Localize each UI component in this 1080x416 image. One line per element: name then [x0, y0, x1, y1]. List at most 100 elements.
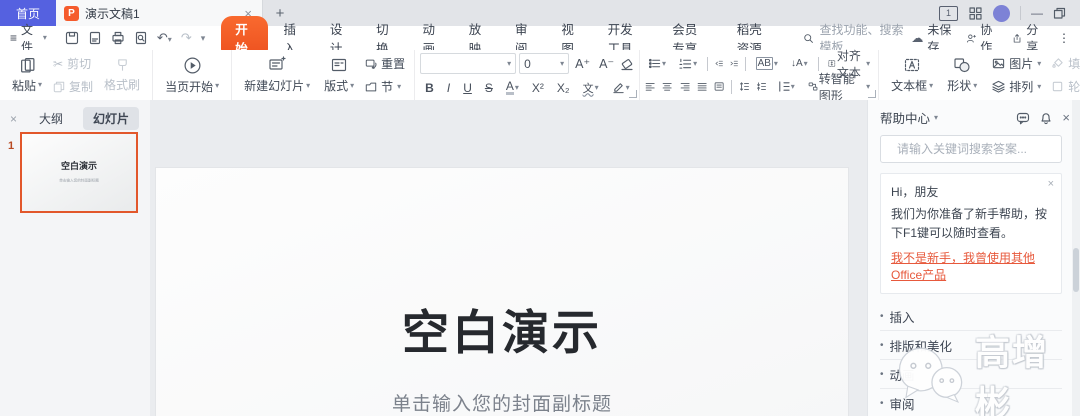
tab-slides[interactable]: 幻灯片 — [83, 107, 140, 130]
print-preview-icon[interactable] — [134, 31, 148, 45]
slides-sidebar: × 大纲 幻灯片 1 空白演示 单击输入您的封面副标题 — [0, 100, 151, 416]
font-color-button[interactable]: A ▾ — [503, 78, 522, 97]
more-menu-icon[interactable]: ⋮ — [1058, 31, 1070, 45]
paragraph-group: ▾ ▾ AB ▾ ↓A ▾ 对齐文本 ▾ ▾ 转智能图形 ▾ — [640, 49, 880, 103]
line-spacing-increase-icon[interactable] — [739, 80, 750, 93]
outline-button[interactable]: 轮廓▾ — [1047, 77, 1080, 96]
copy-button[interactable]: 复制 — [49, 77, 97, 96]
customize-quickbar-icon[interactable]: ▾ — [201, 33, 206, 43]
insert-objects-group: 文本框▾ 形状▾ 图片▾ 排列▾ 填充▾ 轮廓▾ — [879, 50, 1080, 100]
help-search-input[interactable] — [895, 141, 1054, 157]
help-topic-animation[interactable]: • 动画 — [880, 360, 1062, 390]
not-newbie-link[interactable]: 我不是新手，我曾使用其他Office产品 — [891, 249, 1051, 283]
bullets-button[interactable]: ▾ — [645, 54, 669, 73]
clipboard-icon — [20, 57, 35, 72]
help-header: 帮助中心 ▾ × — [868, 100, 1080, 133]
document-title: 演示文稿1 — [85, 6, 140, 21]
font-size-combo[interactable]: 0 ▾ — [519, 53, 570, 74]
close-help-icon[interactable]: × — [1062, 110, 1070, 125]
italic-button[interactable]: I — [444, 78, 453, 97]
slide-editor[interactable]: 空白演示 单击输入您的封面副标题 — [156, 168, 848, 416]
strikethrough-button[interactable]: S — [482, 78, 496, 97]
user-avatar[interactable] — [993, 4, 1010, 22]
font-size-value: 0 — [524, 56, 531, 71]
align-text-icon — [828, 60, 836, 67]
align-center-icon[interactable] — [662, 80, 672, 93]
notification-bell-icon[interactable] — [1039, 111, 1053, 125]
font-name-combo[interactable]: ▾ — [420, 53, 517, 74]
paragraph-spacing-icon[interactable] — [756, 80, 767, 93]
layout-button[interactable]: 版式 ▾ — [317, 56, 361, 94]
section-icon — [365, 82, 377, 91]
text-direction-button[interactable]: AB ▾ — [753, 54, 781, 73]
minimize-button[interactable]: — — [1031, 6, 1043, 20]
slide-canvas[interactable]: 空白演示 单击输入您的封面副标题 — [150, 100, 868, 416]
paste-button[interactable]: 粘贴 ▾ — [5, 57, 49, 94]
slide-title[interactable]: 空白演示 — [156, 294, 848, 363]
paragraph-dialog-launcher[interactable] — [868, 90, 877, 98]
card-greeting: Hi，朋友 — [891, 185, 939, 199]
new-slide-icon — [269, 56, 286, 70]
align-right-icon[interactable] — [680, 80, 690, 93]
help-search-box[interactable] — [880, 135, 1062, 163]
quick-access-toolbar: ↶▾ ↷ ▾ — [55, 30, 215, 46]
shapes-button[interactable]: 形状 ▾ — [940, 56, 984, 94]
help-scrollbar-thumb[interactable] — [1073, 248, 1079, 292]
section-button[interactable]: 节 ▾ — [361, 77, 409, 96]
decrease-font-button[interactable]: A⁻ — [596, 54, 617, 73]
cut-button[interactable]: ✂ 剪切 — [49, 54, 97, 73]
reset-button[interactable]: 重置 — [361, 54, 409, 73]
play-circle-icon — [184, 57, 201, 73]
print-icon[interactable] — [111, 31, 125, 45]
help-topic-insert[interactable]: • 插入 — [880, 302, 1062, 332]
textbox-button[interactable]: 文本框 ▾ — [884, 56, 940, 94]
divider — [731, 79, 733, 94]
vertical-text-button[interactable]: ↓A ▾ — [788, 54, 811, 73]
slide-thumbnail[interactable]: 空白演示 单击输入您的封面副标题 — [20, 132, 138, 213]
play-from-current-button[interactable]: 当页开始 ▾ — [158, 56, 226, 95]
workspace-grid-icon[interactable] — [968, 6, 983, 21]
tab-outline[interactable]: 大纲 — [29, 107, 73, 130]
arrange-button[interactable]: 排列 ▾ — [988, 77, 1045, 96]
numbering-button[interactable]: ▾ — [676, 54, 700, 73]
hamburger-icon: ≡ — [10, 31, 18, 45]
subscript-button[interactable]: X₂ — [554, 78, 573, 97]
superscript-button[interactable]: X² — [529, 78, 547, 97]
increase-indent-icon[interactable] — [730, 57, 738, 70]
format-painter-button[interactable]: 格式刷 — [97, 58, 147, 93]
line-spacing-button[interactable]: ▾ — [774, 77, 798, 96]
numbered-list-icon — [679, 58, 692, 69]
close-sidebar-icon[interactable]: × — [10, 112, 17, 126]
card-body-text: 我们为你准备了新手帮助，按下F1键可以随时查看。 — [891, 207, 1048, 240]
feedback-chat-icon[interactable] — [1016, 111, 1030, 125]
undo-icon[interactable]: ↶▾ — [157, 30, 172, 46]
newbie-help-card: × Hi，朋友 我们为你准备了新手帮助，按下F1键可以随时查看。 我不是新手，我… — [880, 173, 1062, 295]
redo-icon[interactable]: ↷ — [181, 30, 192, 46]
fill-button[interactable]: 填充▾ — [1047, 54, 1080, 73]
restore-window-button[interactable] — [1053, 7, 1066, 20]
new-slide-button[interactable]: 新建幻灯片 ▾ — [237, 56, 317, 94]
justify-icon[interactable] — [697, 80, 707, 93]
picture-button[interactable]: 图片 ▾ — [988, 54, 1045, 73]
close-card-icon[interactable]: × — [1048, 178, 1054, 190]
save-icon[interactable] — [65, 31, 79, 45]
font-dialog-launcher[interactable] — [629, 90, 638, 98]
increase-font-button[interactable]: A⁺ — [572, 54, 593, 73]
presentation-file-icon: P — [64, 5, 79, 21]
underline-button[interactable]: U — [460, 78, 475, 97]
smartart-icon — [808, 82, 818, 91]
text-tool-button[interactable]: 文 ▾ — [580, 78, 602, 97]
align-left-icon[interactable] — [645, 80, 655, 93]
help-scrollbar-track[interactable] — [1072, 100, 1080, 416]
distribute-text-icon[interactable] — [714, 80, 724, 93]
decrease-indent-icon[interactable] — [715, 57, 723, 70]
slide-subtitle-placeholder[interactable]: 单击输入您的封面副标题 — [156, 389, 848, 416]
convert-smartart-button[interactable]: 转智能图形 ▾ — [805, 72, 873, 103]
bold-button[interactable]: B — [422, 78, 437, 97]
help-title-dropdown[interactable]: 帮助中心 ▾ — [880, 108, 938, 127]
export-pdf-icon[interactable] — [88, 31, 102, 45]
clear-format-icon[interactable] — [620, 57, 634, 71]
single-page-view-icon[interactable]: 1 — [939, 5, 958, 21]
help-topic-review[interactable]: • 审阅 — [880, 389, 1062, 416]
help-topic-layout-beautify[interactable]: • 排版和美化 — [880, 331, 1062, 361]
